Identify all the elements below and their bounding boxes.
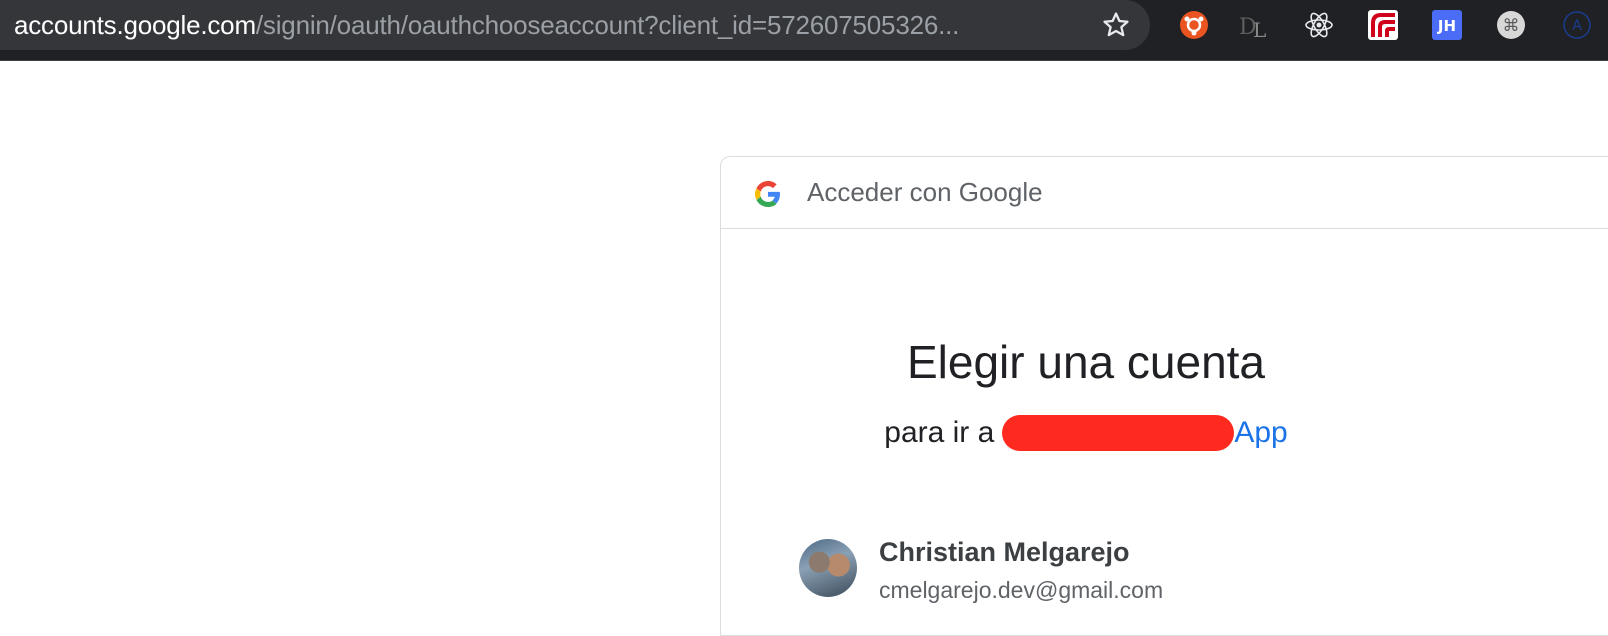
signin-card: Acceder con Google Elegir una cuenta par…: [720, 156, 1608, 636]
card-header: Acceder con Google: [721, 157, 1608, 229]
header-title: Acceder con Google: [807, 177, 1043, 207]
redacted-app-name: [1002, 415, 1235, 451]
address-bar[interactable]: accounts.google.com/signin/oauth/oauthch…: [0, 0, 1150, 50]
ubuntu-extension-icon[interactable]: [1177, 8, 1211, 42]
account-name: Christian Melgarejo: [879, 537, 1130, 567]
redux-extension-icon[interactable]: [1366, 8, 1400, 42]
a-extension-label: A: [1572, 18, 1582, 34]
account-list-item[interactable]: Christian Melgarejo cmelgarejo.dev@gmail…: [799, 537, 1399, 603]
page-title: Elegir una cuenta: [906, 336, 1266, 388]
jh-extension-icon[interactable]: JH: [1430, 8, 1464, 42]
a-extension-icon[interactable]: A: [1560, 8, 1594, 42]
subtitle-prefix: para ir a: [884, 416, 995, 449]
react-devtools-icon[interactable]: [1302, 8, 1336, 42]
command-extension-icon[interactable]: ⌘: [1494, 8, 1528, 42]
subtitle: para ir a App: [721, 415, 1451, 451]
bookmark-star-icon[interactable]: [1098, 7, 1134, 43]
dl-extension-icon[interactable]: DL: [1238, 8, 1272, 42]
svg-text:L: L: [1253, 18, 1266, 40]
app-name-link[interactable]: App: [1234, 416, 1287, 450]
google-g-icon: [755, 181, 781, 207]
browser-toolbar: accounts.google.com/signin/oauth/oauthch…: [0, 0, 1608, 61]
avatar: [799, 539, 857, 597]
url-host: accounts.google.com: [14, 9, 256, 40]
jh-extension-label: JH: [1437, 17, 1456, 35]
command-extension-label: ⌘: [1503, 16, 1520, 36]
account-email: cmelgarejo.dev@gmail.com: [879, 577, 1164, 603]
url-path: /signin/oauth/oauthchooseaccount?client_…: [255, 9, 960, 40]
